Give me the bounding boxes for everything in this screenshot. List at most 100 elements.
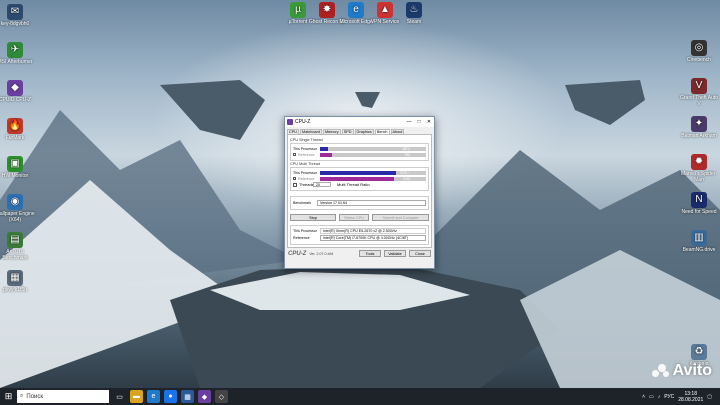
cpuz-logo: CPU-Z (288, 250, 307, 257)
desktop-icon-left-0-label: key-8dgvbh0 (0, 21, 30, 27)
desktop-icon-right-4-label: Need for Speed (681, 209, 717, 215)
desktop-icon-right-2[interactable]: ✦ Batman Arkham (679, 116, 719, 139)
maximize-button[interactable]: □ (414, 119, 424, 125)
taskbar: ⊞ ⌕ Поиск ▭ ▬ e ● ▦ ◆ ◇ ˄ ▭ ♪ РУС 13:18 28.08.… (0, 388, 720, 405)
desktop-icon-left-0-glyph: ✉ (7, 4, 23, 20)
threads-checkbox[interactable] (293, 182, 297, 187)
desktop-icon-top-4-label: Steam (406, 19, 422, 25)
desktop-icon-right-1[interactable]: V Grand Theft Auto V (679, 78, 719, 107)
single-this-value: 380.0 (402, 146, 410, 151)
reference-select[interactable]: Intel(R) Core(TM) i7-6700K CPU @ 4.00GHz… (320, 235, 426, 241)
volume-icon[interactable]: ♪ (658, 394, 661, 400)
cpuz-window: CPU-Z — □ ✕ CPU Mainboard Memory SPD Graphic… (284, 116, 435, 269)
desktop-icon-top-2-glyph: e (348, 2, 364, 18)
desktop-icon-left-6-glyph: ▤ (7, 232, 23, 248)
multi-ref-label: Reference (293, 176, 320, 181)
taskbar-explorer-icon[interactable]: ▬ (130, 390, 143, 403)
desktop-icon-left-1-glyph: ✈ (7, 42, 23, 58)
cpuz-footer: CPU-Z Ver. 2.07.0.x64 Tools Validate Clo… (285, 248, 434, 259)
multi-this-fill (320, 170, 397, 175)
validate-button[interactable]: Validate (384, 250, 406, 257)
submit-compare-button[interactable]: Submit and Compare (372, 213, 429, 221)
desktop-icon-right-1-label: Grand Theft Auto V (680, 95, 718, 107)
desktop-icon-right-5-label: BeamNG.drive (682, 247, 716, 253)
taskbar-store-icon[interactable]: ▦ (181, 390, 194, 403)
close-window-button[interactable]: ✕ (424, 119, 434, 125)
stress-cpu-button[interactable]: Stress CPU (339, 213, 369, 221)
desktop-icon-left-1[interactable]: ✈ MSI Afterburner (0, 42, 35, 65)
single-ref-bar: 550 (320, 152, 426, 157)
single-this-label: This Processor (293, 146, 317, 151)
desktop-icon-top-1-glyph: ✸ (319, 2, 335, 18)
desktop-icon-left-5-label: Wallpaper Engine (Х64) (0, 211, 35, 223)
desktop-icon-left-2-glyph: ◆ (7, 80, 23, 96)
bench-panel: CPU Single Thread This Processor 380.0 R… (287, 134, 432, 248)
desktop-icon-right-4-glyph: N (691, 192, 707, 208)
close-button[interactable]: Close (409, 250, 431, 257)
benchmark-version-select[interactable]: Version 17.01.64 (317, 199, 426, 206)
multi-ref-bar: 3745 (320, 176, 426, 181)
desktop-icon-right-0[interactable]: ◎ Cinebench (679, 40, 719, 63)
clock[interactable]: 13:18 28.08.2021 (678, 391, 703, 403)
desktop-icon-left-7-glyph: ▦ (7, 270, 23, 286)
single-ref-fill (320, 152, 332, 157)
desktop-icon-left-2-label: CPUID CPU-Z (0, 97, 32, 103)
language-indicator[interactable]: РУС (664, 394, 674, 400)
desktop-icon-left-4-glyph: ▣ (7, 156, 23, 172)
desktop-icon-left-4[interactable]: ▣ HW Monitor (0, 156, 35, 179)
processor-name-field: Intel(R) Xeon(R) CPU E5-2670 v2 @ 2.50GH… (320, 228, 426, 234)
single-this-bar: 380.0 (320, 146, 426, 151)
desktop-icon-left-5[interactable]: ◉Wallpaper Engine (Х64) (0, 194, 35, 223)
multi-this-label: This Processor (293, 170, 317, 175)
desktop-icon-top-3-glyph: ▲ (377, 2, 393, 18)
avito-watermark: Avito (651, 362, 712, 380)
search-icon: ⌕ (20, 393, 24, 399)
desktop-icon-right-3[interactable]: ✹ Marvel's Spider-Man (679, 154, 719, 183)
minimize-button[interactable]: — (404, 119, 414, 125)
desktop-icon-right-2-label: Batman Arkham (681, 133, 717, 139)
notifications-icon[interactable]: ▢ (707, 394, 712, 400)
desktop-icon-right-0-label: Cinebench (687, 57, 711, 63)
single-this-fill (320, 146, 329, 151)
desktop-icon-left-0[interactable]: ✉ key-8dgvbh0 (0, 4, 35, 27)
desktop-icon-right-3-label: Marvel's Spider-Man (681, 171, 717, 183)
taskbar-chrome-icon[interactable]: ● (164, 390, 177, 403)
desktop-icon-left-7-label: gkvyfk1f5u (3, 287, 27, 293)
processor-row-label: This Processor (293, 229, 317, 233)
cpuz-app-icon (287, 119, 293, 125)
single-ref-value: 550 (404, 152, 410, 157)
multi-this-value: 3797.7 (400, 170, 410, 175)
desktop-icon-right-2-glyph: ✦ (691, 116, 707, 132)
desktop-icon-top-4[interactable]: ♨ Steam (394, 2, 434, 25)
clock-date: 28.08.2021 (678, 396, 704, 403)
desktop-icon-left-3[interactable]: 🔥 FurMark (0, 118, 35, 141)
taskbar-cpu-z-icon[interactable]: ◆ (198, 390, 211, 403)
desktop-icon-left-2[interactable]: ◆ CPUID CPU-Z (0, 80, 35, 103)
multi-thread-group: This Processor 3797.7 Reference 3745 Thr… (290, 167, 429, 191)
tray-arrow-icon[interactable]: ˄ (642, 394, 645, 400)
tools-button[interactable]: Tools (359, 250, 381, 257)
stop-button[interactable]: Stop (290, 213, 336, 221)
desktop-icon-left-6[interactable]: ▤ AnTuTu Benchmark (0, 232, 35, 261)
multi-thread-section-label: CPU Multi Thread (290, 162, 321, 166)
desktop-icon-left-7[interactable]: ▦ gkvyfk1f5u (0, 270, 35, 293)
taskbar-task-view-icon[interactable]: ▭ (113, 390, 126, 403)
single-thread-group: This Processor 380.0 Reference 550 (290, 143, 429, 161)
taskbar-app-icon[interactable]: ◇ (215, 390, 228, 403)
search-box[interactable]: ⌕ Поиск (17, 390, 109, 403)
desktop-icon-right-5[interactable]: ▥ BeamNG.drive (679, 230, 719, 253)
multi-thread-ratio-label: Multi Thread Ratio (337, 182, 370, 187)
taskbar-edge-icon[interactable]: e (147, 390, 160, 403)
threads-select[interactable]: 20 (313, 182, 331, 187)
cpuz-titlebar[interactable]: CPU-Z — □ ✕ (285, 117, 434, 127)
single-ref-label: Reference (293, 152, 320, 157)
desktop: ✉ key-8dgvbh0 ✈ MSI Afterburner ◆ CPUID CPU-Z… (0, 0, 720, 388)
desktop-icon-top-4-glyph: ♨ (406, 2, 422, 18)
cpuz-version: Ver. 2.07.0.x64 (309, 251, 334, 256)
desktop-icon-right-3-glyph: ✹ (691, 154, 707, 170)
desktop-icon-right-4[interactable]: N Need for Speed (679, 192, 719, 215)
desktop-icon-left-4-label: HW Monitor (1, 173, 29, 179)
desktop-icon-left-5-glyph: ◉ (7, 194, 23, 210)
network-icon[interactable]: ▭ (649, 394, 654, 400)
start-button[interactable]: ⊞ (0, 388, 17, 405)
